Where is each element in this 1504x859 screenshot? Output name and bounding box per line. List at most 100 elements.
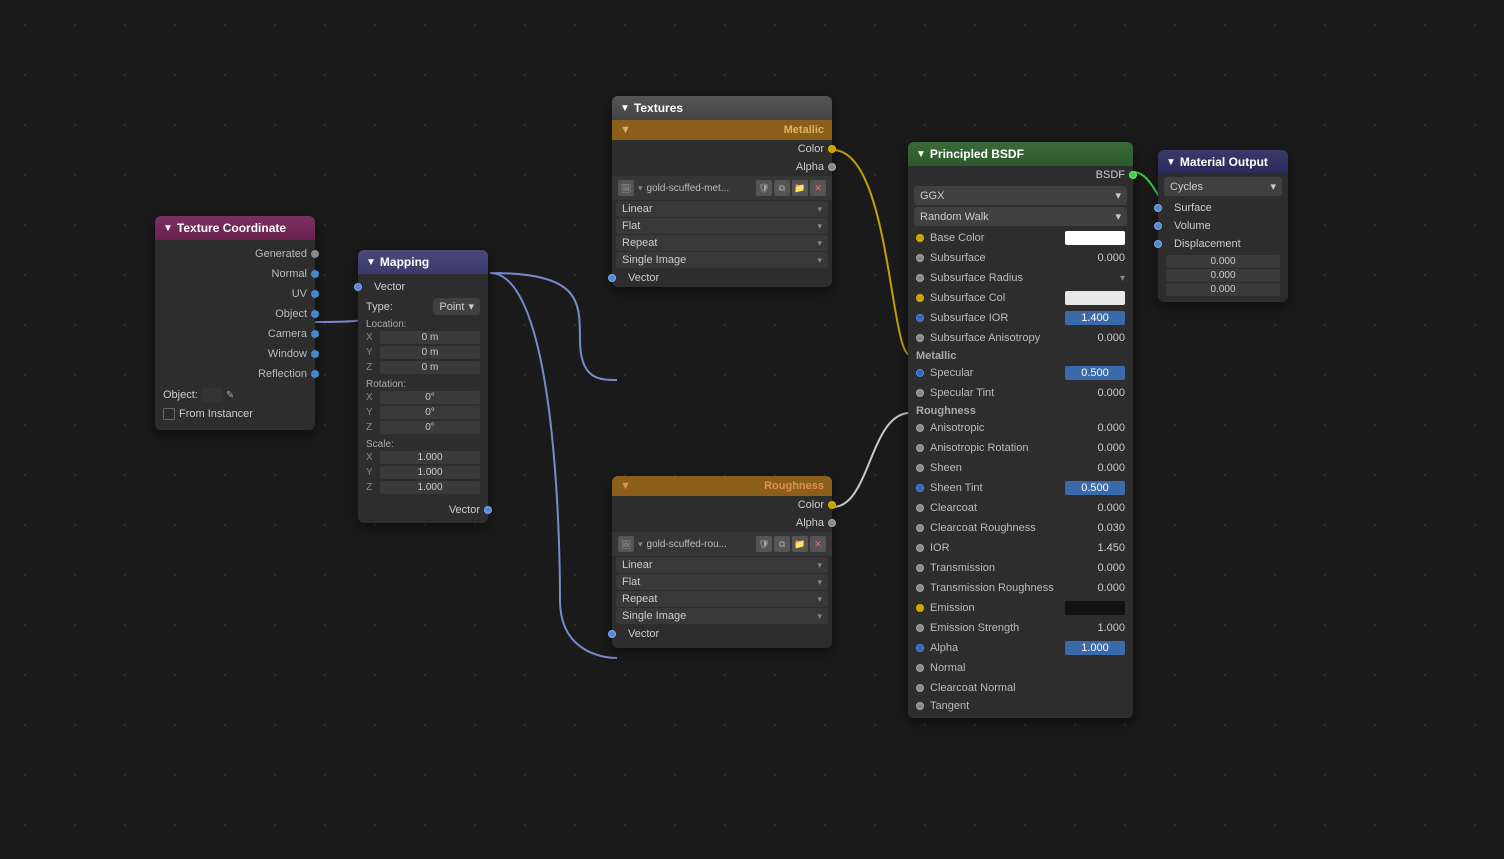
rot-x-axis: X: [366, 392, 376, 403]
metallic-extension-label: Repeat: [622, 237, 817, 249]
metallic-extension-dropdown[interactable]: Repeat ▾: [616, 235, 828, 251]
roughness-vector-socket: [608, 630, 616, 638]
subsurface-col-label: Subsurface Col: [930, 292, 1065, 304]
subsurface-ior-value[interactable]: 1.400: [1065, 311, 1125, 325]
subsurface-col-row: Subsurface Col: [908, 288, 1133, 308]
base-color-swatch[interactable]: [1065, 231, 1125, 245]
anisotropic-rotation-value: 0.000: [1085, 442, 1125, 454]
roughness-folder-btn[interactable]: 📁: [792, 536, 808, 552]
object-field-value[interactable]: [202, 388, 222, 402]
roughness-extension-dropdown[interactable]: Repeat ▾: [616, 591, 828, 607]
metallic-colorspace-arrow: ▾: [817, 204, 822, 215]
scale-y-value[interactable]: 1.000: [380, 466, 480, 479]
metallic-type-arrow: ▾: [817, 255, 822, 266]
emission-swatch[interactable]: [1065, 601, 1125, 615]
loc-z-value[interactable]: 0 m: [380, 361, 480, 374]
reflection-row: Reflection: [155, 364, 315, 384]
metallic-projection-dropdown[interactable]: Flat ▾: [616, 218, 828, 234]
metallic-close-btn[interactable]: ✕: [810, 180, 826, 196]
volume-label: Volume: [1166, 220, 1211, 232]
uv-socket: [311, 290, 319, 298]
transmission-socket: [916, 564, 924, 572]
subsurface-method-dropdown[interactable]: Random Walk ▾: [914, 207, 1127, 226]
scale-z-row: Z 1.000: [366, 480, 480, 495]
metallic-colorspace-dropdown[interactable]: Linear ▾: [616, 201, 828, 217]
roughness-type-dropdown[interactable]: Single Image ▾: [616, 608, 828, 624]
roughness-close-btn[interactable]: ✕: [810, 536, 826, 552]
metallic-section-label: Metallic: [784, 124, 824, 136]
subsurface-radius-label: Subsurface Radius: [930, 272, 1120, 284]
object-field-label: Object:: [163, 389, 198, 401]
texture-coord-body: Generated Normal UV Object Camera Window…: [155, 240, 315, 430]
from-instancer-checkbox[interactable]: [163, 408, 175, 420]
roughness-image-icon: 🖼: [618, 536, 634, 552]
roughness-color-row: Color: [612, 496, 832, 514]
metallic-copy-btn[interactable]: ⧉: [774, 180, 790, 196]
emission-label: Emission: [930, 602, 1065, 614]
engine-dropdown[interactable]: Cycles ▾: [1164, 177, 1282, 196]
roughness-subheader: ▼ Roughness: [612, 476, 832, 496]
type-dropdown[interactable]: Point ▾: [433, 298, 480, 315]
uv-row: UV: [155, 284, 315, 304]
displacement-x-value[interactable]: 0.000: [1166, 255, 1280, 268]
distribution-value: GGX: [920, 190, 1115, 202]
scale-z-axis: Z: [366, 482, 376, 493]
roughness-shield-btn[interactable]: 🛡: [756, 536, 772, 552]
roughness-projection-dropdown[interactable]: Flat ▾: [616, 574, 828, 590]
metallic-shield-btn[interactable]: 🛡: [756, 180, 772, 196]
emission-strength-label: Emission Strength: [930, 622, 1085, 634]
mapping-body: Vector Type: Point ▾ Location: X 0 m Y 0…: [358, 274, 488, 523]
rot-x-value[interactable]: 0°: [380, 391, 480, 404]
subsurface-ior-label: Subsurface IOR: [930, 312, 1065, 324]
loc-x-value[interactable]: 0 m: [380, 331, 480, 344]
chevron-icon: ▼: [1166, 157, 1176, 168]
subsurface-row: Subsurface 0.000: [908, 248, 1133, 268]
sheen-tint-value[interactable]: 0.500: [1065, 481, 1125, 495]
clearcoat-value: 0.000: [1085, 502, 1125, 514]
alpha-value[interactable]: 1.000: [1065, 641, 1125, 655]
scale-section: Scale: X 1.000 Y 1.000 Z 1.000: [358, 437, 488, 501]
rot-z-value[interactable]: 0°: [380, 421, 480, 434]
specular-value[interactable]: 0.500: [1065, 366, 1125, 380]
specular-socket: [916, 369, 924, 377]
distribution-dropdown[interactable]: GGX ▾: [914, 186, 1127, 205]
subsurface-aniso-label: Subsurface Anisotropy: [930, 332, 1085, 344]
specular-tint-row: Specular Tint 0.000: [908, 383, 1133, 403]
displacement-label: Displacement: [1166, 238, 1241, 250]
displacement-z-value[interactable]: 0.000: [1166, 283, 1280, 296]
roughness-colorspace-dropdown[interactable]: Linear ▾: [616, 557, 828, 573]
displacement-y-value[interactable]: 0.000: [1166, 269, 1280, 282]
from-instancer-label: From Instancer: [179, 408, 253, 420]
object-field-icon[interactable]: ✎: [226, 390, 234, 401]
rot-y-value[interactable]: 0°: [380, 406, 480, 419]
metallic-type-dropdown[interactable]: Single Image ▾: [616, 252, 828, 268]
alpha-label: Alpha: [930, 642, 1065, 654]
vector-output-label: Vector: [449, 504, 480, 516]
roughness-section-divider: Roughness: [908, 403, 1133, 418]
roughness-projection-arrow: ▾: [817, 577, 822, 588]
clearcoat-socket: [916, 504, 924, 512]
clearcoat-row: Clearcoat 0.000: [908, 498, 1133, 518]
loc-y-value[interactable]: 0 m: [380, 346, 480, 359]
scale-x-value[interactable]: 1.000: [380, 451, 480, 464]
anisotropic-rotation-row: Anisotropic Rotation 0.000: [908, 438, 1133, 458]
base-color-socket: [916, 234, 924, 242]
scale-y-row: Y 1.000: [366, 465, 480, 480]
metallic-color-label: Color: [798, 143, 824, 155]
metallic-folder-btn[interactable]: 📁: [792, 180, 808, 196]
roughness-type-arrow: ▾: [817, 611, 822, 622]
subsurface-col-swatch[interactable]: [1065, 291, 1125, 305]
metallic-color-row: Color: [612, 140, 832, 158]
normal-row: Normal: [155, 264, 315, 284]
type-label: Type:: [366, 301, 393, 313]
principled-header: ▼ Principled BSDF: [908, 142, 1133, 166]
base-color-row: Base Color: [908, 228, 1133, 248]
scale-x-row: X 1.000: [366, 450, 480, 465]
metallic-projection-arrow: ▾: [817, 221, 822, 232]
chevron-icon: ▼: [620, 103, 630, 114]
metallic-extension-arrow: ▾: [817, 238, 822, 249]
scale-z-value[interactable]: 1.000: [380, 481, 480, 494]
anisotropic-label: Anisotropic: [930, 422, 1085, 434]
anisotropic-rotation-label: Anisotropic Rotation: [930, 442, 1085, 454]
roughness-copy-btn[interactable]: ⧉: [774, 536, 790, 552]
